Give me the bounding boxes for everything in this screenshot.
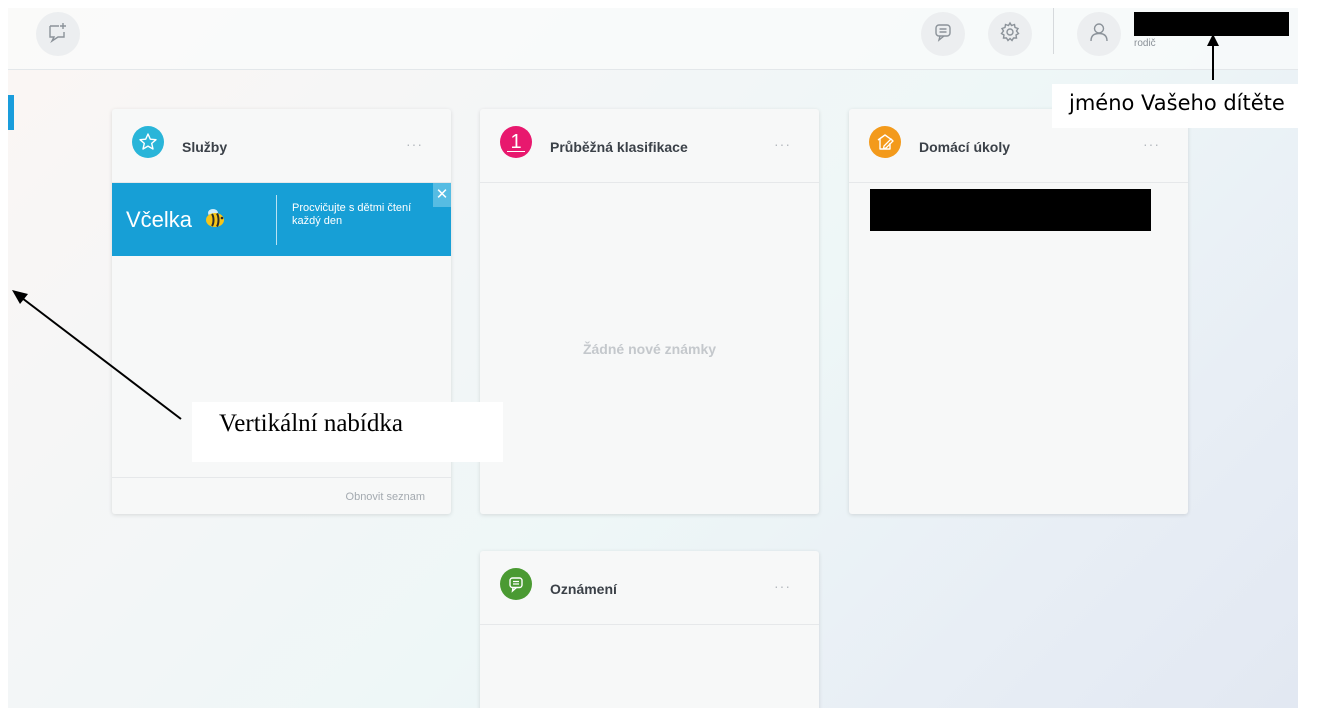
user-name-redacted[interactable] bbox=[1134, 12, 1289, 36]
user-icon bbox=[1088, 21, 1110, 47]
banner-divider bbox=[276, 195, 277, 245]
homework-card: Domácí úkoly ··· bbox=[849, 109, 1188, 514]
more-options-button[interactable]: ··· bbox=[774, 136, 791, 152]
grades-card: 1 Průběžná klasifikace ··· Žádné nové zn… bbox=[480, 109, 819, 514]
topbar-divider bbox=[1053, 8, 1054, 54]
bee-icon bbox=[202, 205, 228, 235]
message-icon bbox=[500, 568, 532, 600]
card-title: Domácí úkoly bbox=[919, 139, 1011, 155]
card-title: Služby bbox=[182, 139, 228, 155]
user-role: rodič bbox=[1134, 38, 1156, 49]
card-title: Oznámení bbox=[550, 581, 617, 597]
more-options-button[interactable]: ··· bbox=[1143, 136, 1160, 152]
messages-button[interactable] bbox=[921, 12, 965, 56]
close-icon[interactable]: ✕ bbox=[433, 183, 451, 207]
banner-logo: Včelka bbox=[126, 207, 193, 232]
card-footer: Obnovit seznam bbox=[112, 477, 451, 514]
more-options-button[interactable]: ··· bbox=[406, 136, 423, 152]
star-icon bbox=[132, 126, 164, 158]
homework-item-redacted[interactable] bbox=[870, 189, 1151, 231]
announcements-card: Oznámení ··· bbox=[480, 551, 819, 708]
card-header: Služby ··· bbox=[112, 109, 451, 183]
number-one-icon: 1 bbox=[500, 126, 532, 158]
refresh-list-link[interactable]: Obnovit seznam bbox=[346, 491, 425, 503]
card-title: Průběžná klasifikace bbox=[550, 139, 688, 155]
card-header: 1 Průběžná klasifikace ··· bbox=[480, 109, 819, 183]
vcelka-banner[interactable]: Včelka Procvičujte s dětmi čtení každý d… bbox=[112, 183, 451, 256]
gear-icon bbox=[999, 21, 1021, 47]
annotation-child-name: jméno Vašeho dítěte bbox=[1069, 91, 1285, 115]
new-message-button[interactable] bbox=[36, 12, 80, 56]
top-bar: rodič bbox=[8, 8, 1298, 70]
number-one-glyph: 1 bbox=[507, 132, 525, 152]
user-avatar-button[interactable] bbox=[1077, 12, 1121, 56]
message-icon bbox=[933, 22, 953, 46]
card-header: Oznámení ··· bbox=[480, 551, 819, 625]
empty-grades-message: Žádné nové známky bbox=[582, 341, 717, 357]
annotation-vertical-menu: Vertikální nabídka bbox=[219, 410, 403, 437]
banner-text: Procvičujte s dětmi čtení každý den bbox=[292, 202, 412, 227]
chat-plus-icon bbox=[47, 21, 69, 47]
more-options-button[interactable]: ··· bbox=[774, 578, 791, 594]
homework-icon bbox=[869, 126, 901, 158]
settings-button[interactable] bbox=[988, 12, 1032, 56]
vertical-menu-handle[interactable] bbox=[8, 95, 14, 130]
